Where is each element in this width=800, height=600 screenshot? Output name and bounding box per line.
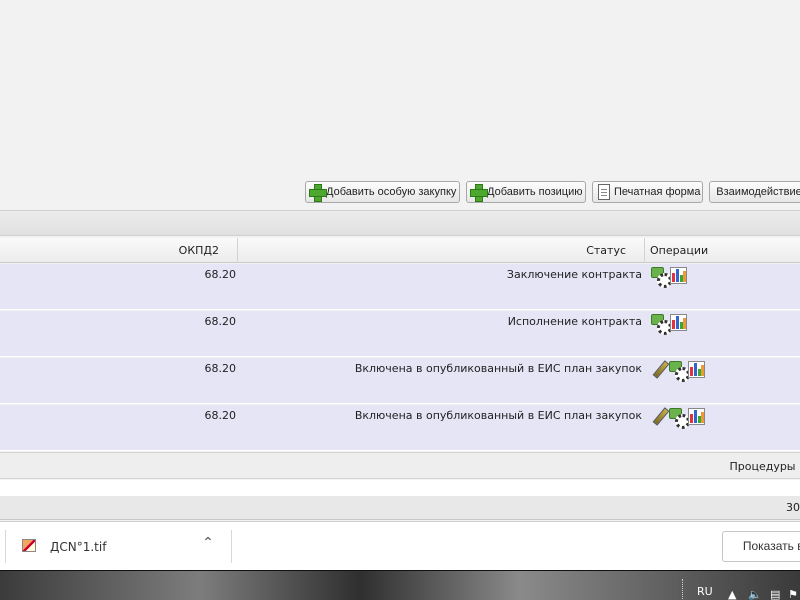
pencil-icon[interactable] [651, 408, 668, 425]
pencil-icon[interactable] [651, 361, 668, 378]
divider [231, 530, 232, 563]
page-size-value[interactable]: 30 [786, 501, 800, 514]
interaction-button[interactable]: Взаимодействие [709, 181, 800, 203]
status-cell: Исполнение контракта [507, 315, 642, 328]
interaction-label: Взаимодействие [716, 186, 800, 198]
grid-title-band [0, 210, 800, 236]
bar-chart-icon[interactable] [688, 361, 705, 378]
add-position-label: Добавить позицию [487, 186, 583, 198]
procedures-summary-bar: Процедуры 1 [0, 452, 800, 479]
table-row[interactable]: 68.20 Заключение контракта [0, 264, 800, 310]
taskbar-grip [682, 579, 686, 599]
print-form-label: Печатная форма [614, 186, 701, 198]
okpd2-cell: 68.20 [204, 362, 237, 375]
bar-chart-icon[interactable] [688, 408, 705, 425]
gear-icon[interactable] [669, 361, 690, 382]
gear-icon[interactable] [669, 408, 690, 429]
chevron-up-icon[interactable]: ⌃ [200, 535, 216, 551]
os-taskbar: RU ▲ 🔈 ▤ ⚑ [0, 570, 800, 600]
column-header-okpd2[interactable]: ОКПД2 [0, 238, 238, 263]
okpd2-cell: 68.20 [204, 315, 237, 328]
tray-expand-icon[interactable]: ▲ [728, 589, 736, 600]
table-row[interactable]: 68.20 Исполнение контракта [0, 311, 800, 357]
spacer [0, 480, 800, 496]
add-special-purchase-label: Добавить особую закупку [326, 186, 457, 198]
add-special-purchase-button[interactable]: Добавить особую закупку [305, 181, 460, 203]
bar-chart-icon[interactable] [670, 314, 687, 331]
table-row[interactable]: 68.20 Включена в опубликованный в ЕИС пл… [0, 405, 800, 451]
pagination-bar: 30 [0, 496, 800, 520]
gear-icon[interactable] [651, 267, 672, 288]
status-cell: Заключение контракта [506, 268, 642, 281]
status-cell: Включена в опубликованный в ЕИС план зак… [354, 362, 642, 375]
okpd2-cell: 68.20 [204, 268, 237, 281]
show-all-downloads-button[interactable]: Показать все [722, 531, 800, 562]
procedures-count: Процедуры 1 [729, 460, 800, 473]
okpd2-cell: 68.20 [204, 409, 237, 422]
download-bar: ДСN°1.tif ⌃ Показать все [0, 521, 800, 570]
table-row[interactable]: 68.20 Включена в опубликованный в ЕИС пл… [0, 358, 800, 404]
column-header-operations[interactable]: Операции [650, 238, 800, 263]
column-header-status[interactable]: Статус [238, 238, 645, 263]
add-position-button[interactable]: Добавить позицию [466, 181, 586, 203]
download-file-name[interactable]: ДСN°1.tif [50, 540, 106, 554]
gear-icon[interactable] [651, 314, 672, 335]
bar-chart-icon[interactable] [670, 267, 687, 284]
page-content-area [0, 0, 800, 210]
plus-icon [309, 184, 327, 202]
network-icon[interactable]: ▤ [770, 589, 780, 600]
document-icon [598, 184, 610, 200]
image-file-icon [22, 539, 36, 552]
status-cell: Включена в опубликованный в ЕИС план зак… [354, 409, 642, 422]
flag-icon[interactable]: ⚑ [788, 589, 798, 600]
plus-icon [470, 184, 488, 202]
language-indicator[interactable]: RU [697, 585, 713, 598]
table-header: ОКПД2 Статус Операции [0, 238, 800, 263]
print-form-button[interactable]: Печатная форма [592, 181, 703, 203]
divider [5, 530, 6, 563]
volume-icon[interactable]: 🔈 [748, 589, 762, 600]
